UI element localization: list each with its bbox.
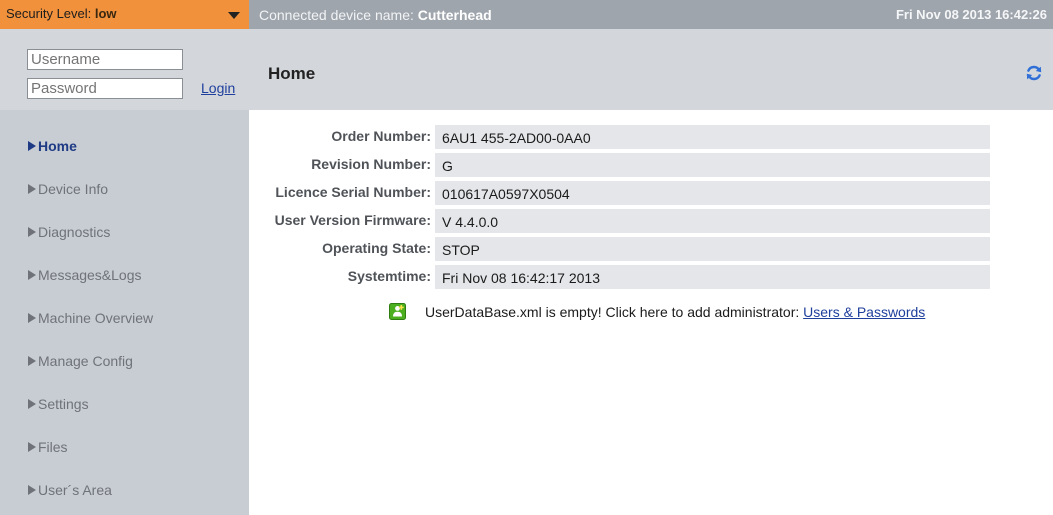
refresh-icon[interactable] (1025, 64, 1043, 82)
username-input[interactable] (27, 49, 183, 70)
device-name-prefix: Connected device name: (259, 7, 418, 23)
info-row-operating-state: Operating State: STOP (249, 237, 1053, 261)
sidebar-item-machine-overview[interactable]: Machine Overview (0, 297, 249, 340)
sidebar-item-label: User´s Area (38, 482, 112, 498)
sidebar-item-settings[interactable]: Settings (0, 383, 249, 426)
info-value: 6AU1 455-2AD00-0AA0 (435, 125, 990, 149)
sidebar-item-label: Messages&Logs (38, 267, 142, 283)
device-name: Cutterhead (417, 7, 492, 23)
triangle-right-icon (28, 313, 36, 323)
info-label: Revision Number: (311, 156, 431, 172)
sidebar-item-files[interactable]: Files (0, 426, 249, 469)
info-row-licence-serial: Licence Serial Number: 010617A0597X0504 (249, 181, 1053, 205)
user-add-icon (389, 303, 406, 320)
triangle-right-icon (28, 184, 36, 194)
login-panel: Login (0, 29, 249, 110)
triangle-right-icon (28, 270, 36, 280)
sidebar-item-home[interactable]: Home (0, 125, 249, 168)
sidebar-item-label: Diagnostics (38, 224, 111, 240)
device-status-bar: Connected device name: Cutterhead Fri No… (249, 0, 1053, 29)
sidebar-item-label: Files (38, 439, 68, 455)
info-label: Order Number: (331, 128, 431, 144)
info-label: Licence Serial Number: (275, 184, 431, 200)
info-value: V 4.4.0.0 (435, 209, 990, 233)
sidebar-item-label: Manage Config (38, 353, 133, 369)
sidebar-item-label: Machine Overview (38, 310, 154, 326)
triangle-right-icon (28, 399, 36, 409)
info-label: User Version Firmware: (274, 212, 431, 228)
page-title: Home (268, 64, 316, 83)
sidebar-item-manage-config[interactable]: Manage Config (0, 340, 249, 383)
triangle-right-icon (28, 227, 36, 237)
device-name-text: Connected device name: Cutterhead (259, 7, 492, 23)
security-level-prefix: Security Level: (6, 6, 95, 21)
info-row-order-number: Order Number: 6AU1 455-2AD00-0AA0 (249, 125, 1053, 149)
triangle-right-icon (28, 141, 36, 151)
security-level-value: low (94, 6, 117, 21)
info-row-revision-number: Revision Number: G (249, 153, 1053, 177)
users-passwords-link[interactable]: Users & Passwords (803, 304, 925, 320)
triangle-right-icon (28, 442, 36, 452)
info-value: 010617A0597X0504 (435, 181, 990, 205)
page-header: Home (249, 29, 1053, 110)
sidebar-item-diagnostics[interactable]: Diagnostics (0, 211, 249, 254)
info-value: G (435, 153, 990, 177)
current-datetime: Fri Nov 08 2013 16:42:26 (895, 7, 1047, 22)
password-input[interactable] (27, 78, 183, 99)
login-link[interactable]: Login (201, 80, 235, 96)
sidebar-item-device-info[interactable]: Device Info (0, 168, 249, 211)
sidebar: Login Home Device Info Diagnostics Messa… (0, 29, 249, 515)
info-label: Operating State: (322, 240, 431, 256)
admin-notice: UserDataBase.xml is empty! Click here to… (389, 302, 1009, 324)
info-row-firmware-version: User Version Firmware: V 4.4.0.0 (249, 209, 1053, 233)
notice-text: UserDataBase.xml is empty! Click here to… (425, 304, 925, 320)
info-label: Systemtime: (347, 268, 431, 284)
sidebar-item-label: Device Info (38, 181, 109, 197)
sidebar-nav: Home Device Info Diagnostics Messages&Lo… (0, 125, 249, 512)
info-value: STOP (435, 237, 990, 261)
chevron-down-icon[interactable] (228, 12, 240, 19)
sidebar-item-users-area[interactable]: User´s Area (0, 469, 249, 512)
info-value: Fri Nov 08 16:42:17 2013 (435, 265, 990, 289)
info-row-systemtime: Systemtime: Fri Nov 08 16:42:17 2013 (249, 265, 1053, 289)
sidebar-item-label: Home (38, 138, 77, 154)
security-level-selector[interactable]: Security Level: low (0, 0, 249, 29)
triangle-right-icon (28, 485, 36, 495)
sidebar-item-label: Settings (38, 396, 89, 412)
notice-message: UserDataBase.xml is empty! Click here to… (425, 304, 804, 320)
triangle-right-icon (28, 356, 36, 366)
sidebar-item-messages-logs[interactable]: Messages&Logs (0, 254, 249, 297)
